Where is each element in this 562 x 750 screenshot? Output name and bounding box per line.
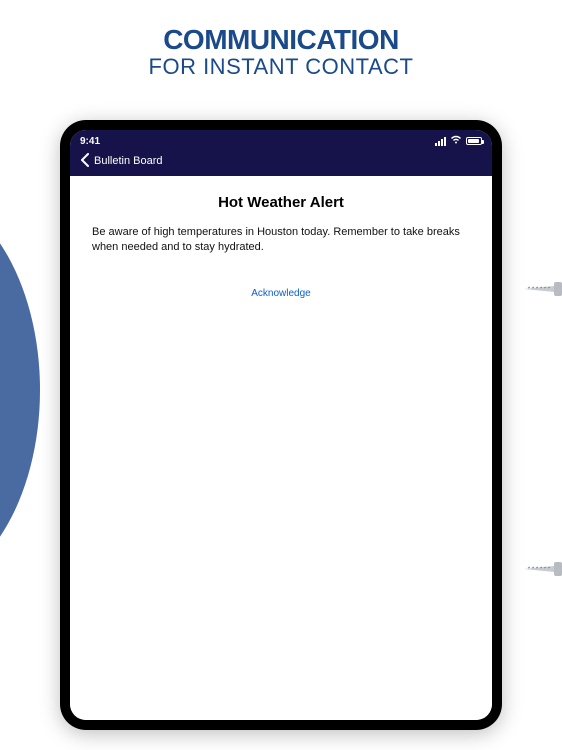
back-chevron-icon[interactable] xyxy=(80,153,90,169)
status-bar: 9:41 xyxy=(80,134,482,148)
device-header: 9:41 Bulletin Board xyxy=(70,130,492,176)
signal-icon xyxy=(435,137,446,146)
status-indicators xyxy=(435,135,482,147)
content-area: Hot Weather Alert Be aware of high tempe… xyxy=(70,176,492,720)
alert-body: Be aware of high temperatures in Houston… xyxy=(92,225,470,256)
nav-back-label[interactable]: Bulletin Board xyxy=(94,155,163,167)
nav-bar: Bulletin Board xyxy=(80,148,482,170)
promo-line2: FOR INSTANT CONTACT xyxy=(0,54,562,80)
promo-line1: COMMUNICATION xyxy=(0,24,562,56)
screw-icon xyxy=(524,560,562,583)
tablet-screen: 9:41 Bulletin Board Hot Weather Alert Be… xyxy=(70,130,492,720)
battery-icon xyxy=(466,137,482,145)
acknowledge-button[interactable]: Acknowledge xyxy=(251,288,310,299)
decorative-circle xyxy=(0,190,40,590)
screw-icon xyxy=(524,280,562,303)
wifi-icon xyxy=(450,135,462,147)
tablet-frame: 9:41 Bulletin Board Hot Weather Alert Be… xyxy=(60,120,502,730)
status-time: 9:41 xyxy=(80,136,100,147)
promo-headline: COMMUNICATION FOR INSTANT CONTACT xyxy=(0,0,562,80)
alert-title: Hot Weather Alert xyxy=(92,194,470,211)
